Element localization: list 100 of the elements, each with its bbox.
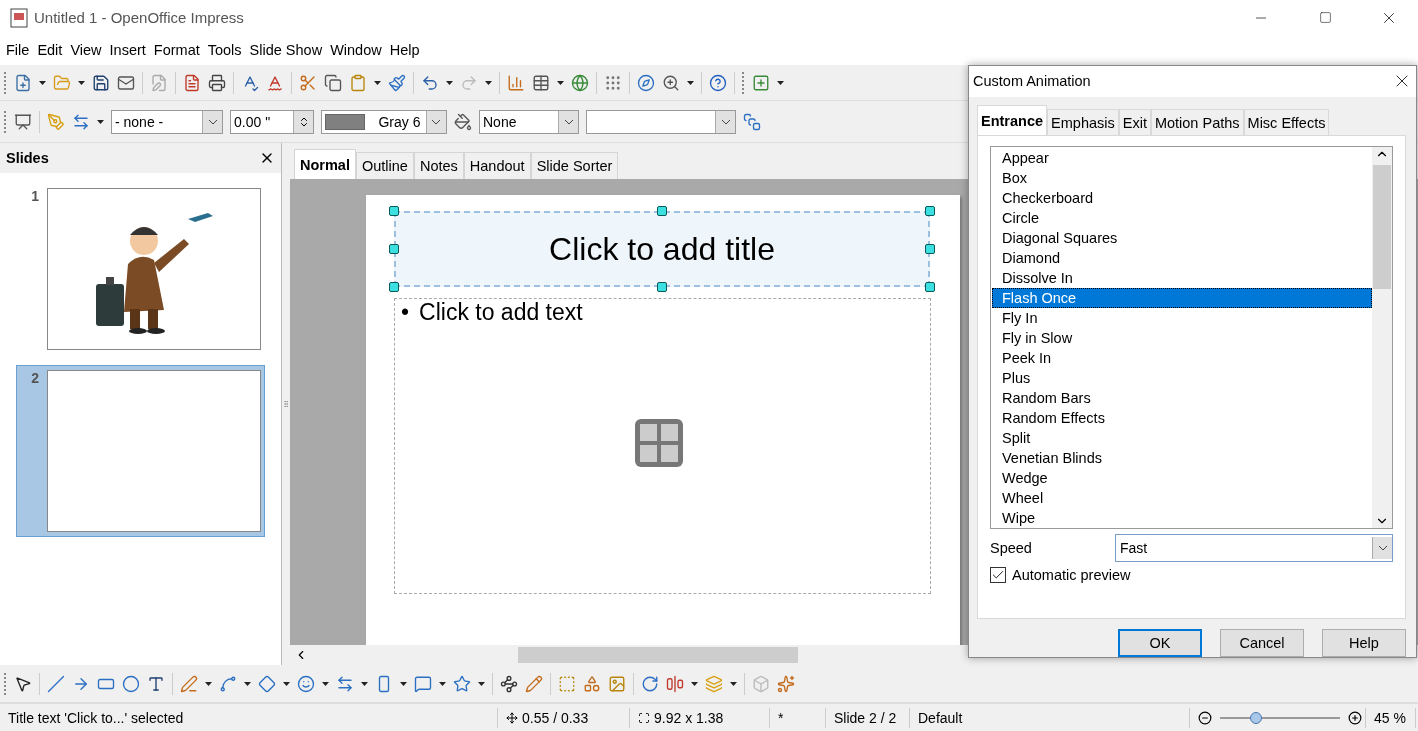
dropdown-arrow-icon[interactable] xyxy=(244,681,251,686)
undo-icon[interactable] xyxy=(421,73,439,92)
line-width-field[interactable]: 0.00 " xyxy=(230,109,314,134)
dropdown-arrow-icon[interactable] xyxy=(39,80,46,85)
effect-item[interactable]: Random Effects xyxy=(992,408,1372,429)
view-tab[interactable]: Normal xyxy=(294,149,356,179)
printer-icon[interactable] xyxy=(208,73,226,92)
save-icon[interactable] xyxy=(92,73,110,92)
resize-handle[interactable] xyxy=(925,282,935,292)
resize-handle[interactable] xyxy=(925,244,935,254)
callout-icon[interactable] xyxy=(414,674,432,693)
menu-item[interactable]: Slide Show xyxy=(245,42,327,58)
clipboard-icon[interactable] xyxy=(349,73,367,92)
zoom-icon[interactable] xyxy=(662,73,680,92)
dropdown-arrow-icon[interactable] xyxy=(691,681,698,686)
shapes-icon[interactable] xyxy=(583,674,601,693)
star-icon[interactable] xyxy=(453,674,471,693)
text-icon[interactable] xyxy=(147,674,165,693)
menu-item[interactable]: Help xyxy=(385,42,424,58)
copy-icon[interactable] xyxy=(324,73,342,92)
menu-item[interactable]: Insert xyxy=(105,42,150,58)
pdf-icon[interactable] xyxy=(183,73,201,92)
view-tab[interactable]: Slide Sorter xyxy=(530,152,619,179)
effect-item[interactable]: Wedge xyxy=(992,468,1372,489)
effect-item[interactable]: Diagonal Squares xyxy=(992,228,1372,249)
bar-chart-icon[interactable] xyxy=(507,73,525,92)
rotate-icon[interactable] xyxy=(641,674,659,693)
effect-tab[interactable]: Emphasis xyxy=(1047,109,1119,136)
pointer-icon[interactable] xyxy=(14,674,32,693)
effect-item[interactable]: Flash Once xyxy=(992,288,1372,309)
effect-tab[interactable]: Motion Paths xyxy=(1150,109,1244,136)
globe-icon[interactable] xyxy=(571,73,589,92)
effect-item[interactable]: Random Bars xyxy=(992,388,1372,409)
dropdown-arrow-icon[interactable] xyxy=(78,80,85,85)
new-document-icon[interactable] xyxy=(14,73,32,92)
diamond-icon[interactable] xyxy=(258,674,276,693)
slide-thumbnail[interactable]: 2 xyxy=(16,365,265,537)
effect-item[interactable]: Fly In xyxy=(992,308,1372,329)
maximize-icon[interactable] xyxy=(1318,11,1332,24)
dropdown-arrow-icon[interactable] xyxy=(205,681,212,686)
points-icon[interactable] xyxy=(500,674,518,693)
double-arrow-icon[interactable] xyxy=(336,674,354,693)
splitter-handle[interactable] xyxy=(282,399,290,409)
dropdown-arrow-icon[interactable] xyxy=(687,80,694,85)
smiley-icon[interactable] xyxy=(297,674,315,693)
dropdown-arrow-icon[interactable] xyxy=(400,681,407,686)
line-color-combo[interactable]: Gray 6 xyxy=(321,109,447,134)
paint-bucket-icon[interactable] xyxy=(454,112,472,131)
dropdown-arrow-icon[interactable] xyxy=(283,681,290,686)
effect-item[interactable]: Wheel xyxy=(992,488,1372,509)
text-placeholder[interactable]: Click to add text xyxy=(419,299,583,326)
checkbox-label[interactable]: Automatic preview xyxy=(1012,567,1131,584)
menu-item[interactable]: Format xyxy=(149,42,204,58)
compass-icon[interactable] xyxy=(637,73,655,92)
menu-item[interactable]: Window xyxy=(326,42,386,58)
envelope-icon[interactable] xyxy=(117,73,135,92)
effect-item[interactable]: Peek In xyxy=(992,348,1372,369)
resize-handle[interactable] xyxy=(389,244,399,254)
effect-item[interactable]: Checkerboard xyxy=(992,188,1372,209)
area-style-combo[interactable]: None xyxy=(479,109,579,134)
dropdown-arrow-icon[interactable] xyxy=(439,681,446,686)
view-tab[interactable]: Notes xyxy=(413,152,464,179)
table-icon[interactable] xyxy=(532,73,550,92)
dropdown-arrow-icon[interactable] xyxy=(361,681,368,686)
help-icon[interactable] xyxy=(709,73,727,92)
effect-item[interactable]: Diamond xyxy=(992,248,1372,269)
effect-tab[interactable]: Exit xyxy=(1118,109,1151,136)
effect-item[interactable]: Wipe xyxy=(992,508,1372,529)
connector-icon[interactable] xyxy=(219,674,237,693)
line-icon[interactable] xyxy=(47,674,65,693)
dialog-button[interactable]: OK xyxy=(1118,629,1202,657)
effect-item[interactable]: Circle xyxy=(992,208,1372,229)
area-fill-combo[interactable] xyxy=(586,109,736,134)
scissors-icon[interactable] xyxy=(299,73,317,92)
effect-tab[interactable]: Entrance xyxy=(977,105,1048,136)
menu-item[interactable]: File xyxy=(2,42,34,58)
effect-item[interactable]: Fly in Slow xyxy=(992,328,1372,349)
title-placeholder[interactable]: Click to add title xyxy=(394,211,930,287)
image-icon[interactable] xyxy=(608,674,626,693)
scrollbar-thumb[interactable] xyxy=(1373,165,1391,290)
checkbox[interactable] xyxy=(990,567,1006,584)
dropdown-arrow-icon[interactable] xyxy=(446,80,453,85)
insert-object-icon[interactable] xyxy=(635,419,683,467)
dropdown-arrow-icon[interactable] xyxy=(730,681,737,686)
resize-handle[interactable] xyxy=(389,282,399,292)
effect-item[interactable]: Dissolve In xyxy=(992,268,1372,289)
dropdown-arrow-icon[interactable] xyxy=(777,80,784,85)
effect-item[interactable]: Split xyxy=(992,428,1372,449)
effect-item[interactable]: Box xyxy=(992,168,1372,189)
align-icon[interactable] xyxy=(666,674,684,693)
effect-item[interactable]: Appear xyxy=(992,148,1372,169)
dropdown-arrow-icon[interactable] xyxy=(374,80,381,85)
effects-icon[interactable] xyxy=(777,674,795,693)
menu-item[interactable]: Edit xyxy=(33,42,67,58)
ellipse-icon[interactable] xyxy=(122,674,140,693)
effect-item[interactable]: Venetian Blinds xyxy=(992,448,1372,469)
new-slide-icon[interactable] xyxy=(752,73,770,92)
dropdown-arrow-icon[interactable] xyxy=(557,80,564,85)
resize-handle[interactable] xyxy=(657,282,667,292)
resize-handle[interactable] xyxy=(657,206,667,216)
